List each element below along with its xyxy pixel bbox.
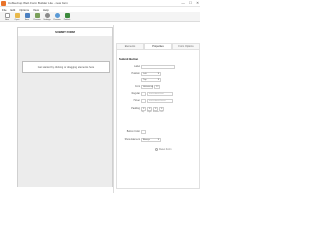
- padding-left-input[interactable]: 0: [159, 106, 164, 111]
- reset-form-button[interactable]: Reset Form: [155, 148, 172, 151]
- regular-color-swatch[interactable]: [141, 91, 146, 96]
- form-body[interactable]: Get started by clicking or dragging elem…: [18, 36, 112, 187]
- new-button-label: New: [4, 18, 9, 21]
- form-title: SUBMIT FORM: [18, 28, 112, 36]
- open-button-label: Open: [14, 18, 20, 21]
- vertical-align-select[interactable]: Top: [141, 77, 161, 82]
- window-title: CoffeeCup Web Form Builder Lite - new fo…: [8, 1, 68, 5]
- toolbar: New Open Save Preview Settings Preview P…: [0, 12, 200, 22]
- hover-row: Hover text.submit.hover: [117, 98, 201, 103]
- regular-row: Regular text.submit.text: [117, 91, 201, 96]
- padding-top-input[interactable]: 0: [141, 106, 146, 111]
- new-document-icon: [4, 13, 10, 18]
- position-row: Position Left: [117, 71, 201, 76]
- title-bar: CoffeeCup Web Form Builder Lite - new fo…: [0, 0, 200, 7]
- browser-preview-button[interactable]: Preview: [52, 12, 62, 22]
- regular-label: Regular: [131, 92, 140, 95]
- padding-bottom-sublabel: Bottom: [153, 111, 160, 113]
- minimize-button[interactable]: —: [181, 1, 185, 5]
- show-element-select[interactable]: Always: [141, 137, 161, 142]
- menu-view[interactable]: View: [33, 8, 39, 12]
- font-row: Font Helvetica 12: [117, 84, 201, 89]
- reset-form-label: Reset Form: [159, 148, 172, 151]
- padding-top-sublabel: Top: [141, 111, 145, 113]
- padding-label: Padding: [131, 107, 140, 110]
- button-color-swatch[interactable]: [141, 129, 146, 134]
- browser-preview-icon: [54, 13, 60, 18]
- preview-icon: [34, 13, 40, 18]
- open-folder-icon: [14, 13, 20, 18]
- browser-preview-button-label: Preview: [53, 18, 61, 21]
- font-family-select[interactable]: Helvetica: [141, 84, 153, 89]
- save-disk-icon: [24, 13, 30, 18]
- form-preview: SUBMIT FORM Get started by clicking or d…: [17, 27, 113, 187]
- hover-label: Hover: [133, 99, 140, 102]
- valign-row: Top: [117, 77, 201, 82]
- show-element-label: Show Element: [124, 138, 140, 141]
- label-input[interactable]: [141, 64, 175, 69]
- properties-panel: Submit Button Label Position Left Top Fo…: [116, 49, 200, 189]
- panel-splitter[interactable]: [113, 25, 114, 193]
- padding-right-sublabel: Right: [147, 111, 152, 113]
- menu-edit[interactable]: Edit: [11, 8, 16, 12]
- label-field-label: Label: [134, 65, 140, 68]
- show-element-row: Show Element Always: [117, 137, 201, 142]
- save-button[interactable]: Save: [22, 12, 32, 22]
- menu-help[interactable]: Help: [43, 8, 49, 12]
- preview-button[interactable]: Preview: [32, 12, 42, 22]
- regular-class-input[interactable]: text.submit.text: [147, 91, 173, 96]
- reset-icon: [155, 148, 158, 151]
- position-select[interactable]: Left: [141, 71, 161, 76]
- font-size-input[interactable]: 12: [154, 84, 160, 89]
- font-label: Font: [135, 85, 140, 88]
- publish-button[interactable]: Publish: [62, 12, 72, 22]
- preview-button-label: Preview: [33, 18, 41, 21]
- settings-gear-icon: [44, 13, 50, 18]
- menu-options[interactable]: Options: [19, 8, 29, 12]
- padding-right-input[interactable]: 0: [147, 106, 152, 111]
- maximize-button[interactable]: ☐: [189, 1, 192, 5]
- drop-zone[interactable]: Get started by clicking or dragging elem…: [22, 61, 110, 73]
- hover-class-input[interactable]: text.submit.hover: [147, 98, 173, 103]
- position-label: Position: [131, 72, 140, 75]
- hover-color-swatch[interactable]: [141, 98, 146, 103]
- open-button[interactable]: Open: [12, 12, 22, 22]
- new-button[interactable]: New: [2, 12, 12, 22]
- button-color-row: Button Color: [117, 129, 201, 134]
- publish-icon: [64, 13, 70, 18]
- settings-button[interactable]: Settings: [42, 12, 52, 22]
- menu-file[interactable]: File: [2, 8, 7, 12]
- label-row: Label: [117, 64, 201, 69]
- properties-header: Submit Button: [119, 57, 139, 61]
- publish-button-label: Publish: [63, 18, 71, 21]
- window-controls: — ☐ ✕: [181, 1, 199, 5]
- close-button[interactable]: ✕: [196, 1, 199, 5]
- app-logo-icon: [1, 0, 6, 6]
- padding-left-sublabel: Left: [160, 111, 164, 113]
- padding-bottom-input[interactable]: 0: [153, 106, 158, 111]
- button-color-label: Button Color: [126, 130, 140, 133]
- settings-button-label: Settings: [43, 18, 51, 21]
- save-button-label: Save: [24, 18, 30, 21]
